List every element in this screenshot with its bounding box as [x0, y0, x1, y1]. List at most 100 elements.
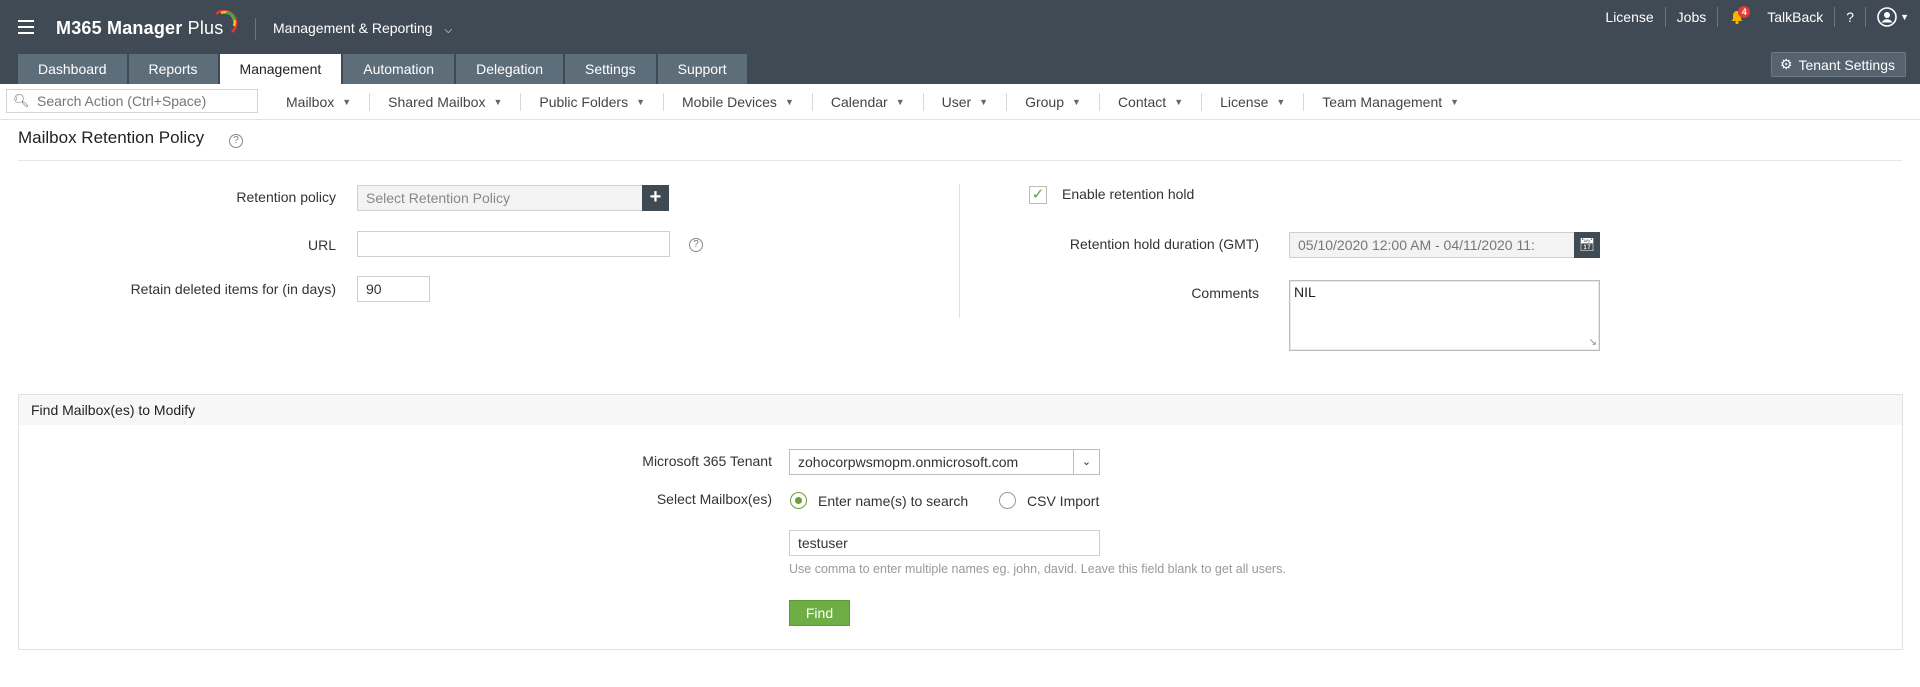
tenant-select[interactable]: zohocorpwsmopm.onmicrosoft.com ⌄: [789, 449, 1100, 475]
tab-support[interactable]: Support: [657, 54, 747, 84]
caret-down-icon: ▼: [636, 97, 645, 107]
tab-settings[interactable]: Settings: [565, 54, 656, 84]
top-right-links: License Jobs 4 TalkBack ? ▼: [1594, 0, 1920, 34]
retain-deleted-label: Retain deleted items for (in days): [130, 281, 336, 297]
menu-shared-mailbox[interactable]: Shared Mailbox ▼: [370, 93, 522, 111]
help-icon[interactable]: ?: [689, 238, 703, 252]
gear-icon: ⚙: [1779, 56, 1793, 72]
brand-divider: [255, 18, 256, 40]
tenant-value: zohocorpwsmopm.onmicrosoft.com: [798, 454, 1019, 470]
search-action-input[interactable]: [37, 92, 247, 110]
tenant-settings-button[interactable]: ⚙ Tenant Settings: [1770, 52, 1906, 77]
tab-delegation[interactable]: Delegation: [456, 54, 564, 84]
caret-down-icon: ▼: [979, 97, 989, 107]
retain-deleted-input[interactable]: 90: [357, 276, 430, 302]
tab-dashboard[interactable]: Dashboard: [18, 54, 127, 84]
url-input[interactable]: [357, 231, 670, 257]
action-menus: Mailbox ▼ Shared Mailbox ▼ Public Folders ▼…: [268, 84, 1477, 120]
enable-retention-hold-checkbox[interactable]: ✓: [1029, 186, 1047, 204]
select-mailboxes-label: Select Mailbox(es): [656, 491, 772, 507]
menu-label: Group: [1025, 94, 1065, 110]
radio-enter-names[interactable]: [790, 492, 807, 509]
search-action-box[interactable]: 🔍︎: [6, 89, 258, 113]
menu-license[interactable]: License ▼: [1202, 93, 1305, 111]
tab-automation[interactable]: Automation: [343, 54, 455, 84]
check-icon: ✓: [1031, 186, 1045, 203]
menu-mobile-devices[interactable]: Mobile Devices ▼: [664, 93, 813, 111]
enable-retention-hold-label: Enable retention hold: [1062, 186, 1195, 202]
names-hint: Use comma to enter multiple names eg. jo…: [789, 562, 1286, 576]
caret-down-icon: ▼: [895, 97, 905, 107]
menu-label: Shared Mailbox: [388, 94, 486, 110]
menu-contact[interactable]: Contact ▼: [1100, 93, 1203, 111]
menu-calendar[interactable]: Calendar ▼: [813, 93, 924, 111]
module-label: Management & Reporting: [273, 20, 433, 36]
caret-down-icon: ▼: [1450, 97, 1460, 107]
url-label: URL: [307, 237, 336, 253]
notification-badge: 4: [1738, 6, 1751, 18]
hold-duration-input[interactable]: 05/10/2020 12:00 AM - 04/11/2020 11:: [1289, 232, 1576, 258]
license-link[interactable]: License: [1594, 0, 1664, 34]
menu-label: User: [941, 94, 972, 110]
tenant-label: Microsoft 365 Tenant: [642, 453, 772, 469]
mailbox-names-input[interactable]: testuser: [789, 530, 1100, 556]
module-switcher[interactable]: Management & Reporting ⌵: [273, 20, 452, 36]
app-logo[interactable]: M365 Manager Plus: [56, 18, 223, 39]
menu-user[interactable]: User ▼: [924, 93, 1008, 111]
resize-handle-icon[interactable]: ↘: [1589, 337, 1597, 348]
find-mailboxes-heading: Find Mailbox(es) to Modify: [19, 395, 1902, 425]
logo-arc-icon: [215, 10, 238, 33]
menu-label: Team Management: [1322, 94, 1443, 110]
menu-group[interactable]: Group ▼: [1007, 93, 1100, 111]
tab-management[interactable]: Management: [219, 54, 342, 84]
hold-duration-label: Retention hold duration (GMT): [1069, 236, 1259, 252]
app-name: M365 Manager: [56, 18, 183, 38]
menu-label: Calendar: [830, 94, 888, 110]
tenant-settings-label: Tenant Settings: [1798, 56, 1895, 73]
chevron-down-icon[interactable]: ⌄: [1073, 450, 1099, 474]
talkback-link[interactable]: TalkBack: [1756, 0, 1834, 34]
comments-label: Comments: [1191, 285, 1259, 301]
search-icon: 🔍︎: [13, 93, 30, 108]
comments-textarea[interactable]: NIL ↘: [1289, 280, 1600, 351]
tab-reports[interactable]: Reports: [128, 54, 218, 84]
caret-down-icon: ▼: [493, 97, 503, 107]
user-menu[interactable]: ▼: [1866, 0, 1920, 34]
radio-csv-import-label[interactable]: CSV Import: [1027, 493, 1099, 509]
caret-down-icon: ▼: [784, 97, 794, 107]
radio-enter-names-label[interactable]: Enter name(s) to search: [818, 493, 968, 509]
caret-down-icon: ▼: [1072, 97, 1081, 107]
menu-label: Mailbox: [286, 94, 335, 110]
notifications-button[interactable]: 4: [1718, 0, 1756, 34]
column-divider: [959, 184, 960, 318]
help-icon[interactable]: ?: [229, 134, 243, 148]
radio-csv-import[interactable]: [999, 492, 1016, 509]
retention-policy-label: Retention policy: [236, 189, 336, 205]
menu-team-management[interactable]: Team Management ▼: [1304, 93, 1477, 111]
user-avatar-icon: [1877, 7, 1897, 27]
menu-label: License: [1220, 94, 1269, 110]
caret-down-icon: ▼: [1276, 97, 1286, 107]
caret-down-icon: ▼: [1174, 97, 1184, 107]
caret-down-icon: ▼: [342, 97, 352, 107]
menu-public-folders[interactable]: Public Folders ▼: [521, 93, 664, 111]
find-button[interactable]: Find: [789, 600, 850, 626]
comments-text: NIL: [1294, 284, 1316, 300]
calendar-icon: 📅︎: [1578, 237, 1596, 252]
chevron-down-icon: ▼: [1900, 12, 1909, 22]
find-mailboxes-panel: Find Mailbox(es) to Modify: [18, 394, 1903, 650]
title-divider: [18, 160, 1902, 161]
hamburger-menu-icon[interactable]: [18, 20, 34, 34]
top-header: M365 Manager Plus Management & Reporting…: [0, 0, 1920, 84]
add-retention-policy-button[interactable]: +: [642, 185, 669, 211]
chevron-down-icon: ⌵: [444, 25, 453, 36]
help-link[interactable]: ?: [1835, 0, 1865, 34]
calendar-button[interactable]: 📅︎: [1574, 232, 1600, 258]
menu-mailbox[interactable]: Mailbox ▼: [268, 93, 371, 111]
jobs-link[interactable]: Jobs: [1666, 0, 1718, 34]
page-title: Mailbox Retention Policy: [18, 128, 205, 147]
retention-policy-select[interactable]: Select Retention Policy: [357, 185, 643, 211]
menu-label: Contact: [1117, 94, 1167, 110]
main-tabs: Dashboard Reports Management Automation …: [18, 54, 749, 84]
action-bar: 🔍︎ Mailbox ▼ Shared Mailbox ▼ Public Folde…: [0, 84, 1920, 120]
